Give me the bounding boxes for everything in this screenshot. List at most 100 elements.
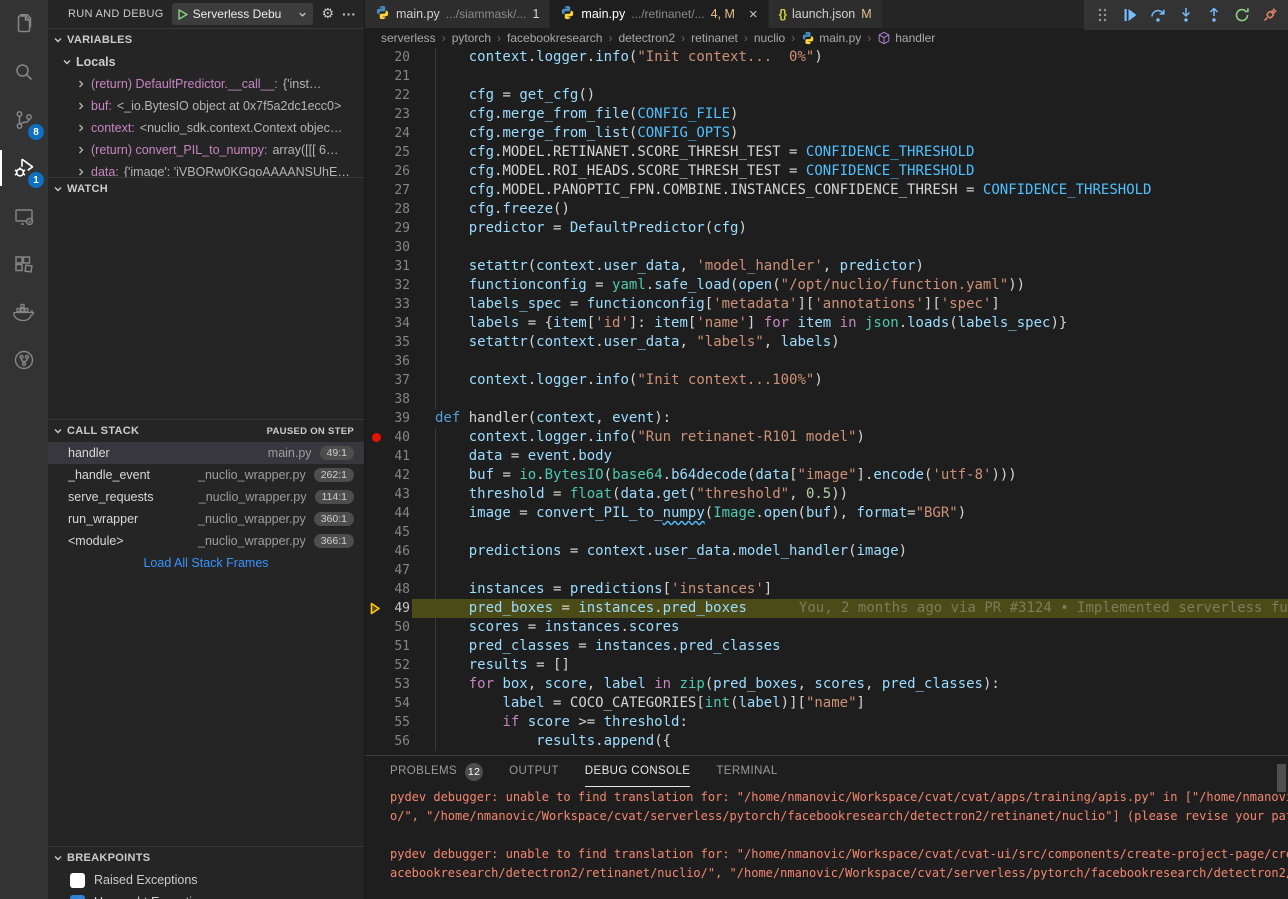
- panel-scrollbar[interactable]: [1277, 764, 1286, 792]
- code-line[interactable]: 47: [365, 561, 1288, 580]
- code-editor[interactable]: 20 context.logger.info("Init context... …: [365, 48, 1288, 755]
- code-line[interactable]: 53 for box, score, label in zip(pred_box…: [365, 675, 1288, 694]
- code-line[interactable]: 40 context.logger.info("Run retinanet-R1…: [365, 428, 1288, 447]
- gutter[interactable]: 21: [365, 67, 435, 86]
- remote-explorer-icon[interactable]: [0, 192, 48, 240]
- code-line[interactable]: 26 cfg.MODEL.ROI_HEADS.SCORE_THRESH_TEST…: [365, 162, 1288, 181]
- gutter[interactable]: 34: [365, 314, 435, 333]
- code-line[interactable]: 43 threshold = float(data.get("threshold…: [365, 485, 1288, 504]
- code-line[interactable]: 46 predictions = context.user_data.model…: [365, 542, 1288, 561]
- breadcrumb-item[interactable]: retinanet: [691, 31, 738, 45]
- gutter[interactable]: 44: [365, 504, 435, 523]
- step-over-icon[interactable]: [1149, 6, 1167, 24]
- code-line[interactable]: 21: [365, 67, 1288, 86]
- gutter[interactable]: 31: [365, 257, 435, 276]
- gutter[interactable]: 25: [365, 143, 435, 162]
- disconnect-icon[interactable]: [1261, 6, 1279, 24]
- load-all-stack-frames-link[interactable]: Load All Stack Frames: [48, 552, 364, 574]
- gutter[interactable]: 50: [365, 618, 435, 637]
- gutter[interactable]: 24: [365, 124, 435, 143]
- code-line[interactable]: 44 image = convert_PIL_to_numpy(Image.op…: [365, 504, 1288, 523]
- launch-config-select[interactable]: Serverless Debu: [172, 3, 314, 25]
- code-line[interactable]: 25 cfg.MODEL.RETINANET.SCORE_THRESH_TEST…: [365, 143, 1288, 162]
- gutter[interactable]: 54: [365, 694, 435, 713]
- gutter[interactable]: 37: [365, 371, 435, 390]
- gutter[interactable]: 35: [365, 333, 435, 352]
- gutter[interactable]: 27: [365, 181, 435, 200]
- gutter[interactable]: 47: [365, 561, 435, 580]
- gutter[interactable]: 49: [365, 599, 435, 618]
- tab-terminal[interactable]: TERMINAL: [716, 756, 777, 787]
- tab-main-py-siammask[interactable]: main.py .../siammask/... 1: [365, 0, 550, 28]
- code-line[interactable]: 54 label = COCO_CATEGORIES[int(label)]["…: [365, 694, 1288, 713]
- code-line[interactable]: 52 results = []: [365, 656, 1288, 675]
- code-line[interactable]: 20 context.logger.info("Init context... …: [365, 48, 1288, 67]
- breadcrumb-item[interactable]: pytorch: [452, 31, 491, 45]
- code-line[interactable]: 30: [365, 238, 1288, 257]
- breakpoints-header[interactable]: BREAKPOINTS: [48, 847, 364, 869]
- more-actions-icon[interactable]: ···: [342, 7, 356, 21]
- search-icon[interactable]: [0, 48, 48, 96]
- code-line[interactable]: 41 data = event.body: [365, 447, 1288, 466]
- gutter[interactable]: 46: [365, 542, 435, 561]
- code-line[interactable]: 33 labels_spec = functionconfig['metadat…: [365, 295, 1288, 314]
- code-line[interactable]: 32 functionconfig = yaml.safe_load(open(…: [365, 276, 1288, 295]
- code-line[interactable]: 39def handler(context, event):: [365, 409, 1288, 428]
- close-icon[interactable]: ×: [749, 7, 758, 22]
- code-line[interactable]: 48 instances = predictions['instances']: [365, 580, 1288, 599]
- tab-debug-console[interactable]: DEBUG CONSOLE: [585, 756, 691, 787]
- gutter[interactable]: 41: [365, 447, 435, 466]
- call-stack-frame[interactable]: serve_requests_nuclio_wrapper.py114:1: [48, 486, 364, 508]
- variables-scope-locals[interactable]: Locals: [48, 51, 364, 73]
- code-line[interactable]: 34 labels = {item['id']: item['name'] fo…: [365, 314, 1288, 333]
- code-line[interactable]: 35 setattr(context.user_data, "labels", …: [365, 333, 1288, 352]
- git-graph-icon[interactable]: [0, 336, 48, 384]
- run-and-debug-icon[interactable]: 1: [0, 144, 48, 192]
- breakpoint-uncaught-exceptions[interactable]: ✓ Uncaught Exceptions: [48, 891, 364, 899]
- gutter[interactable]: 55: [365, 713, 435, 732]
- breadcrumb-item[interactable]: main.py: [801, 31, 861, 45]
- code-line[interactable]: 23 cfg.merge_from_file(CONFIG_FILE): [365, 105, 1288, 124]
- gutter[interactable]: 38: [365, 390, 435, 409]
- code-line[interactable]: 49 pred_boxes = instances.pred_boxesYou,…: [365, 599, 1288, 618]
- code-line[interactable]: 22 cfg = get_cfg(): [365, 86, 1288, 105]
- gutter[interactable]: 48: [365, 580, 435, 599]
- explorer-icon[interactable]: [0, 0, 48, 48]
- debug-console-output[interactable]: pydev debugger: unable to find translati…: [390, 788, 1288, 899]
- gutter[interactable]: 26: [365, 162, 435, 181]
- variable-row[interactable]: context:<nuclio_sdk.context.Context obje…: [48, 117, 364, 139]
- checkbox-unchecked[interactable]: [70, 873, 85, 888]
- gutter[interactable]: 52: [365, 656, 435, 675]
- variable-row[interactable]: buf:<_io.BytesIO object at 0x7f5a2dc1ecc…: [48, 95, 364, 117]
- code-line[interactable]: 50 scores = instances.scores: [365, 618, 1288, 637]
- gutter[interactable]: 23: [365, 105, 435, 124]
- code-line[interactable]: 29 predictor = DefaultPredictor(cfg): [365, 219, 1288, 238]
- gutter[interactable]: 29: [365, 219, 435, 238]
- code-line[interactable]: 27 cfg.MODEL.PANOPTIC_FPN.COMBINE.INSTAN…: [365, 181, 1288, 200]
- code-line[interactable]: 31 setattr(context.user_data, 'model_han…: [365, 257, 1288, 276]
- code-line[interactable]: 42 buf = io.BytesIO(base64.b64decode(dat…: [365, 466, 1288, 485]
- gutter[interactable]: 45: [365, 523, 435, 542]
- gutter[interactable]: 28: [365, 200, 435, 219]
- gutter[interactable]: 39: [365, 409, 435, 428]
- call-stack-frame[interactable]: _handle_event_nuclio_wrapper.py262:1: [48, 464, 364, 486]
- watch-header[interactable]: WATCH: [48, 178, 364, 200]
- gutter[interactable]: 42: [365, 466, 435, 485]
- docker-icon[interactable]: [0, 288, 48, 336]
- gutter[interactable]: 43: [365, 485, 435, 504]
- breakpoint-raised-exceptions[interactable]: Raised Exceptions: [48, 869, 364, 891]
- code-line[interactable]: 45: [365, 523, 1288, 542]
- gutter[interactable]: 56: [365, 732, 435, 751]
- code-line[interactable]: 38: [365, 390, 1288, 409]
- gutter[interactable]: 32: [365, 276, 435, 295]
- call-stack-frame[interactable]: run_wrapper_nuclio_wrapper.py360:1: [48, 508, 364, 530]
- tab-main-py-retinanet[interactable]: main.py .../retinanet/... 4, M ×: [550, 0, 768, 28]
- tab-problems[interactable]: PROBLEMS 12: [390, 756, 483, 787]
- breadcrumb-item[interactable]: detectron2: [618, 31, 675, 45]
- call-stack-header[interactable]: CALL STACK PAUSED ON STEP: [48, 420, 364, 442]
- gutter[interactable]: 20: [365, 48, 435, 67]
- code-line[interactable]: 36: [365, 352, 1288, 371]
- code-line[interactable]: 28 cfg.freeze(): [365, 200, 1288, 219]
- variable-row[interactable]: (return) DefaultPredictor.__call__:{'ins…: [48, 73, 364, 95]
- checkbox-checked[interactable]: ✓: [70, 895, 85, 899]
